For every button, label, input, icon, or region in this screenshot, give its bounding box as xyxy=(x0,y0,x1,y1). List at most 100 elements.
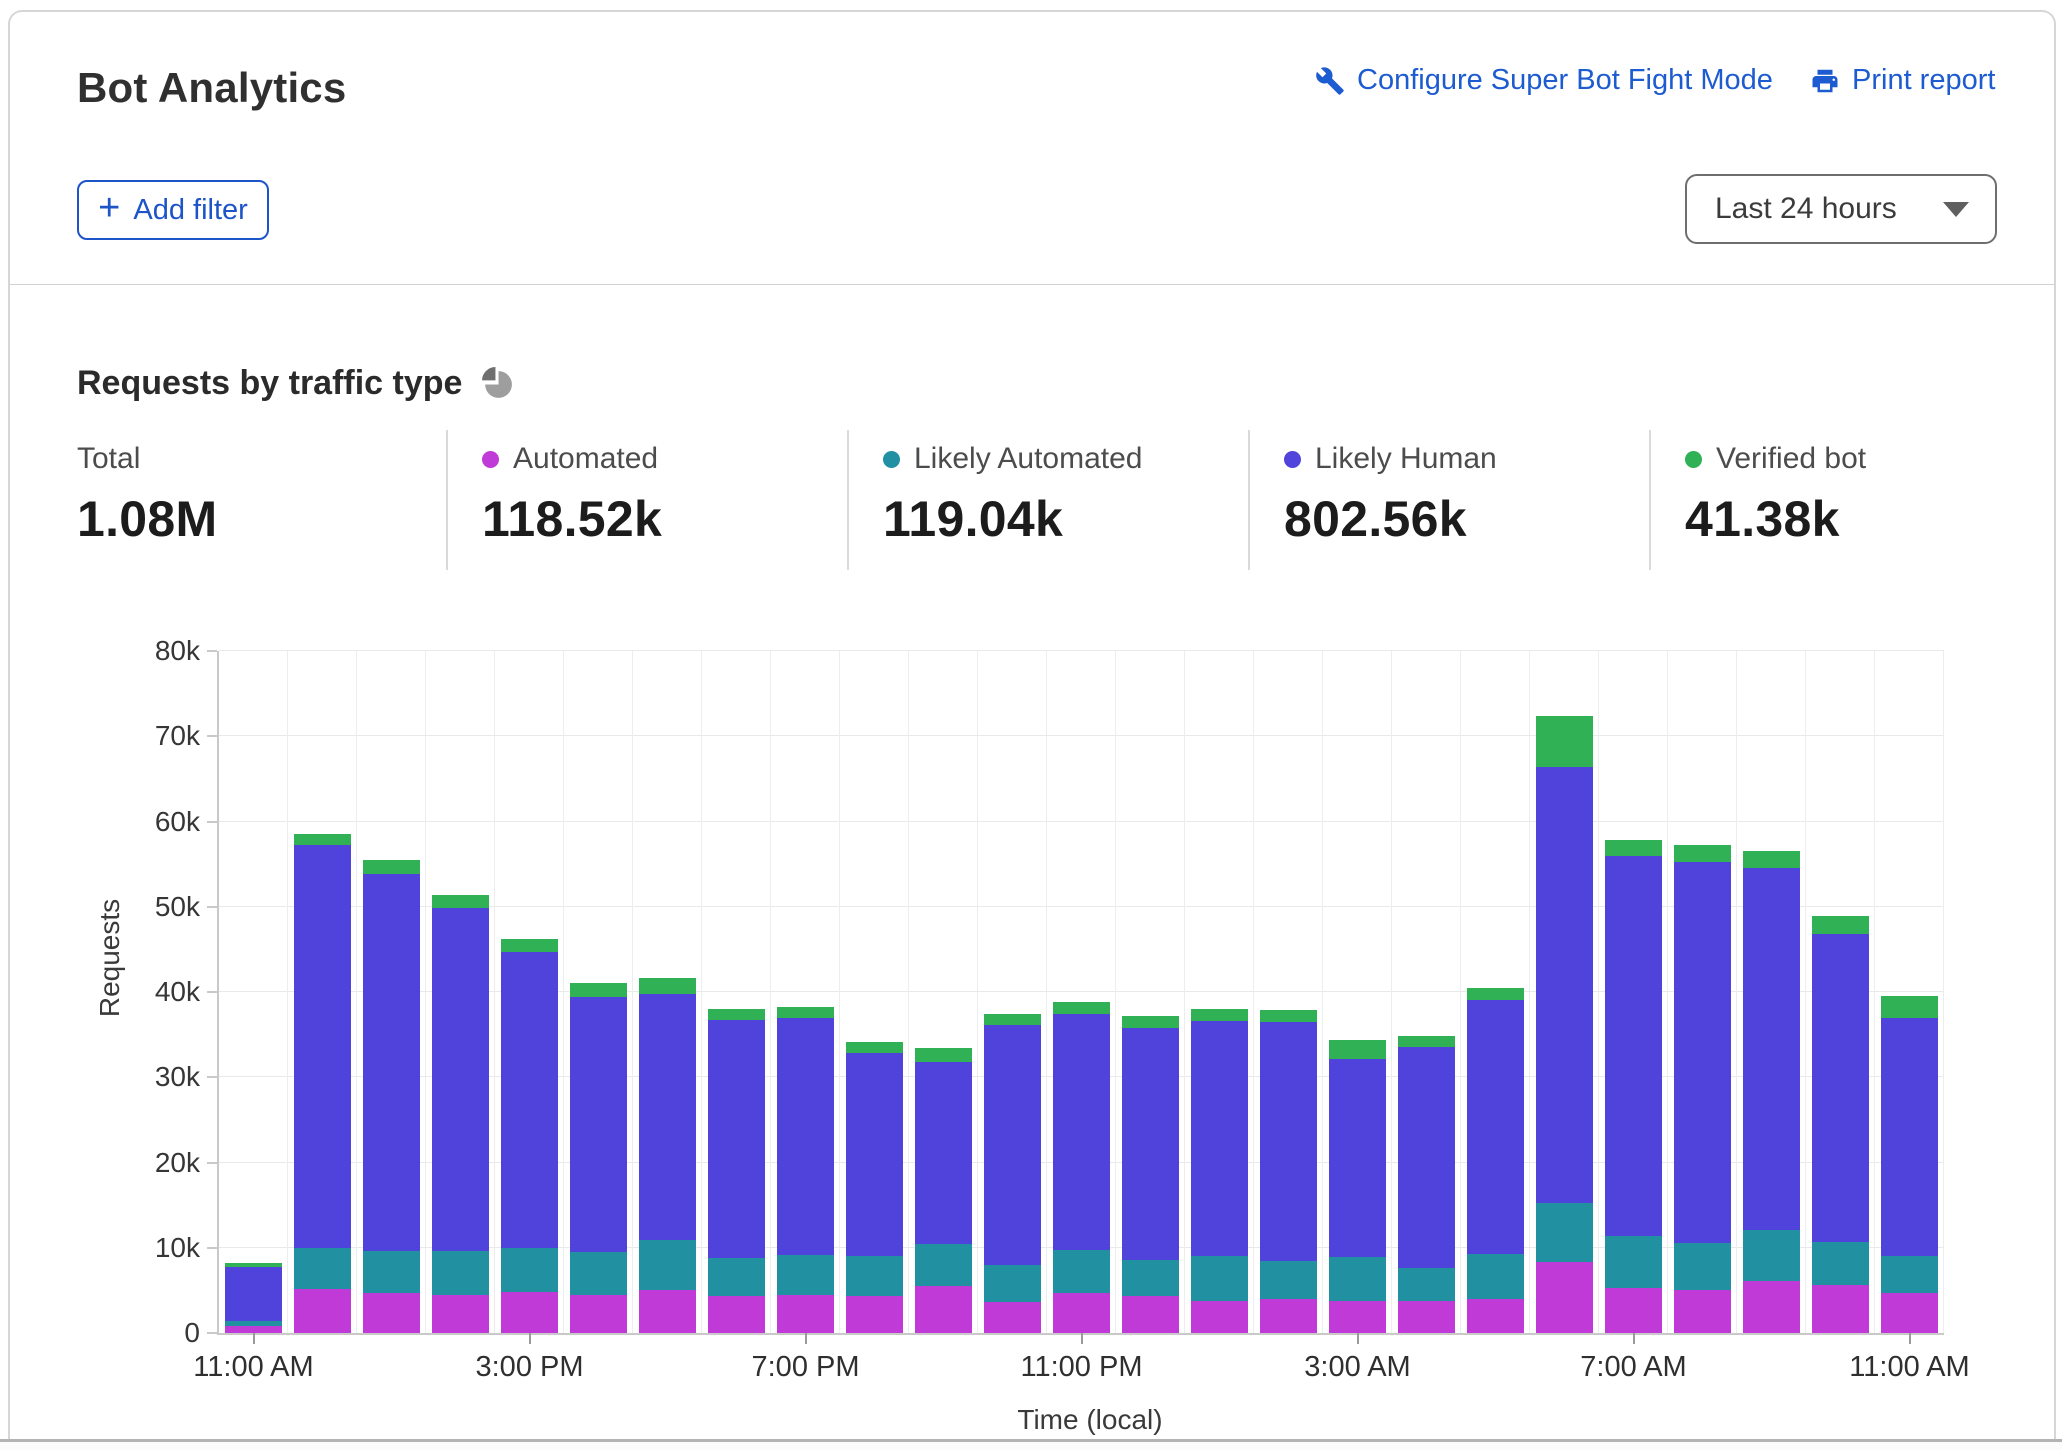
bar-segment-likely-human[interactable] xyxy=(1674,862,1731,1243)
stacked-bar[interactable] xyxy=(1122,1015,1179,1333)
stacked-bar[interactable] xyxy=(1053,1002,1110,1333)
stacked-bar[interactable] xyxy=(1260,1009,1317,1333)
bar-segment-likely-automated[interactable] xyxy=(708,1257,765,1297)
bar-segment-likely-automated[interactable] xyxy=(1605,1235,1662,1288)
bar-segment-verified-bot[interactable] xyxy=(432,894,489,908)
bar-segment-automated[interactable] xyxy=(225,1326,282,1333)
bar-segment-likely-automated[interactable] xyxy=(1329,1257,1386,1301)
bar-segment-automated[interactable] xyxy=(1812,1285,1869,1333)
stacked-bar[interactable] xyxy=(363,859,420,1333)
bar-segment-verified-bot[interactable] xyxy=(570,982,627,998)
bar-segment-likely-automated[interactable] xyxy=(777,1254,834,1295)
stacked-bar[interactable] xyxy=(1881,996,1938,1333)
stacked-bar[interactable] xyxy=(1674,844,1731,1333)
bar-segment-automated[interactable] xyxy=(1398,1301,1455,1333)
bar-segment-verified-bot[interactable] xyxy=(1812,916,1869,935)
stacked-bar[interactable] xyxy=(1467,987,1524,1333)
bar-segment-automated[interactable] xyxy=(1329,1300,1386,1333)
bar-segment-automated[interactable] xyxy=(1536,1262,1593,1333)
bar-segment-verified-bot[interactable] xyxy=(294,834,351,846)
stacked-bar[interactable] xyxy=(1812,916,1869,1333)
bar-segment-likely-automated[interactable] xyxy=(1674,1242,1731,1290)
bar-segment-likely-human[interactable] xyxy=(915,1061,972,1245)
bar-segment-automated[interactable] xyxy=(1260,1298,1317,1333)
bar-segment-automated[interactable] xyxy=(1191,1300,1248,1333)
bar-segment-likely-automated[interactable] xyxy=(1191,1256,1248,1301)
bar-segment-verified-bot[interactable] xyxy=(639,978,696,994)
bar-segment-likely-human[interactable] xyxy=(1467,999,1524,1254)
bar-segment-automated[interactable] xyxy=(708,1296,765,1333)
bar-segment-automated[interactable] xyxy=(1053,1292,1110,1333)
bar-segment-likely-automated[interactable] xyxy=(1881,1256,1938,1293)
bar-segment-likely-automated[interactable] xyxy=(1398,1268,1455,1302)
bar-segment-verified-bot[interactable] xyxy=(1122,1015,1179,1028)
bar-segment-likely-human[interactable] xyxy=(1122,1027,1179,1260)
stacked-bar[interactable] xyxy=(1536,715,1593,1333)
bar-segment-likely-human[interactable] xyxy=(570,997,627,1253)
bar-segment-likely-automated[interactable] xyxy=(570,1252,627,1295)
bar-segment-likely-automated[interactable] xyxy=(1467,1253,1524,1299)
stacked-bar[interactable] xyxy=(294,834,351,1333)
bar-segment-verified-bot[interactable] xyxy=(1191,1009,1248,1021)
bar-segment-automated[interactable] xyxy=(984,1302,1041,1333)
bar-segment-likely-human[interactable] xyxy=(501,951,558,1248)
bar-segment-likely-automated[interactable] xyxy=(1812,1241,1869,1286)
bar-segment-likely-human[interactable] xyxy=(1191,1021,1248,1257)
bar-segment-likely-human[interactable] xyxy=(225,1267,282,1322)
bar-segment-automated[interactable] xyxy=(1122,1296,1179,1333)
bar-segment-likely-human[interactable] xyxy=(1329,1059,1386,1258)
bar-segment-verified-bot[interactable] xyxy=(1605,840,1662,857)
configure-super-bot-fight-mode-link[interactable]: Configure Super Bot Fight Mode xyxy=(1315,64,1773,97)
stacked-bar[interactable] xyxy=(984,1014,1041,1333)
bar-segment-likely-human[interactable] xyxy=(777,1018,834,1255)
bar-segment-automated[interactable] xyxy=(639,1290,696,1333)
bar-segment-verified-bot[interactable] xyxy=(708,1009,765,1021)
bar-segment-verified-bot[interactable] xyxy=(1398,1035,1455,1048)
stacked-bar[interactable] xyxy=(1398,1035,1455,1333)
bar-segment-verified-bot[interactable] xyxy=(777,1006,834,1019)
bar-segment-verified-bot[interactable] xyxy=(1260,1009,1317,1022)
stacked-bar[interactable] xyxy=(432,894,489,1333)
bar-segment-automated[interactable] xyxy=(1881,1292,1938,1333)
bar-segment-likely-human[interactable] xyxy=(432,907,489,1252)
bar-segment-likely-automated[interactable] xyxy=(1260,1260,1317,1299)
stacked-bar[interactable] xyxy=(1191,1009,1248,1333)
bar-segment-automated[interactable] xyxy=(1743,1281,1800,1333)
bar-segment-automated[interactable] xyxy=(915,1286,972,1333)
stacked-bar[interactable] xyxy=(1605,840,1662,1333)
bar-segment-likely-automated[interactable] xyxy=(984,1264,1041,1303)
bar-segment-likely-human[interactable] xyxy=(1743,868,1800,1230)
bar-segment-automated[interactable] xyxy=(777,1294,834,1333)
bar-segment-automated[interactable] xyxy=(1605,1287,1662,1333)
stacked-bar[interactable] xyxy=(1743,851,1800,1333)
bar-segment-likely-human[interactable] xyxy=(846,1053,903,1257)
bar-segment-likely-automated[interactable] xyxy=(1536,1203,1593,1263)
bar-segment-automated[interactable] xyxy=(363,1292,420,1333)
bar-segment-likely-automated[interactable] xyxy=(363,1251,420,1293)
bar-segment-likely-automated[interactable] xyxy=(846,1256,903,1297)
stacked-bar[interactable] xyxy=(1329,1039,1386,1333)
stacked-bar[interactable] xyxy=(915,1048,972,1333)
bar-segment-automated[interactable] xyxy=(1467,1298,1524,1333)
print-report-link[interactable]: Print report xyxy=(1810,64,1995,97)
bar-segment-verified-bot[interactable] xyxy=(1467,987,1524,1000)
bar-segment-verified-bot[interactable] xyxy=(1674,844,1731,863)
bar-segment-automated[interactable] xyxy=(501,1292,558,1333)
bar-segment-automated[interactable] xyxy=(294,1288,351,1333)
bar-segment-automated[interactable] xyxy=(432,1294,489,1333)
bar-segment-likely-human[interactable] xyxy=(1260,1021,1317,1261)
bar-segment-likely-automated[interactable] xyxy=(501,1247,558,1293)
bar-segment-verified-bot[interactable] xyxy=(846,1042,903,1054)
bar-segment-verified-bot[interactable] xyxy=(1881,996,1938,1019)
bar-segment-likely-human[interactable] xyxy=(708,1020,765,1258)
bar-segment-likely-automated[interactable] xyxy=(1053,1250,1110,1293)
bar-segment-automated[interactable] xyxy=(570,1294,627,1333)
stacked-bar[interactable] xyxy=(501,939,558,1333)
bar-segment-verified-bot[interactable] xyxy=(501,939,558,952)
bar-segment-verified-bot[interactable] xyxy=(1536,715,1593,767)
stacked-bar[interactable] xyxy=(846,1042,903,1333)
stacked-bar[interactable] xyxy=(777,1006,834,1333)
stacked-bar[interactable] xyxy=(225,1263,282,1333)
time-range-dropdown[interactable]: Last 24 hours xyxy=(1685,174,1997,244)
bar-segment-verified-bot[interactable] xyxy=(1053,1002,1110,1015)
